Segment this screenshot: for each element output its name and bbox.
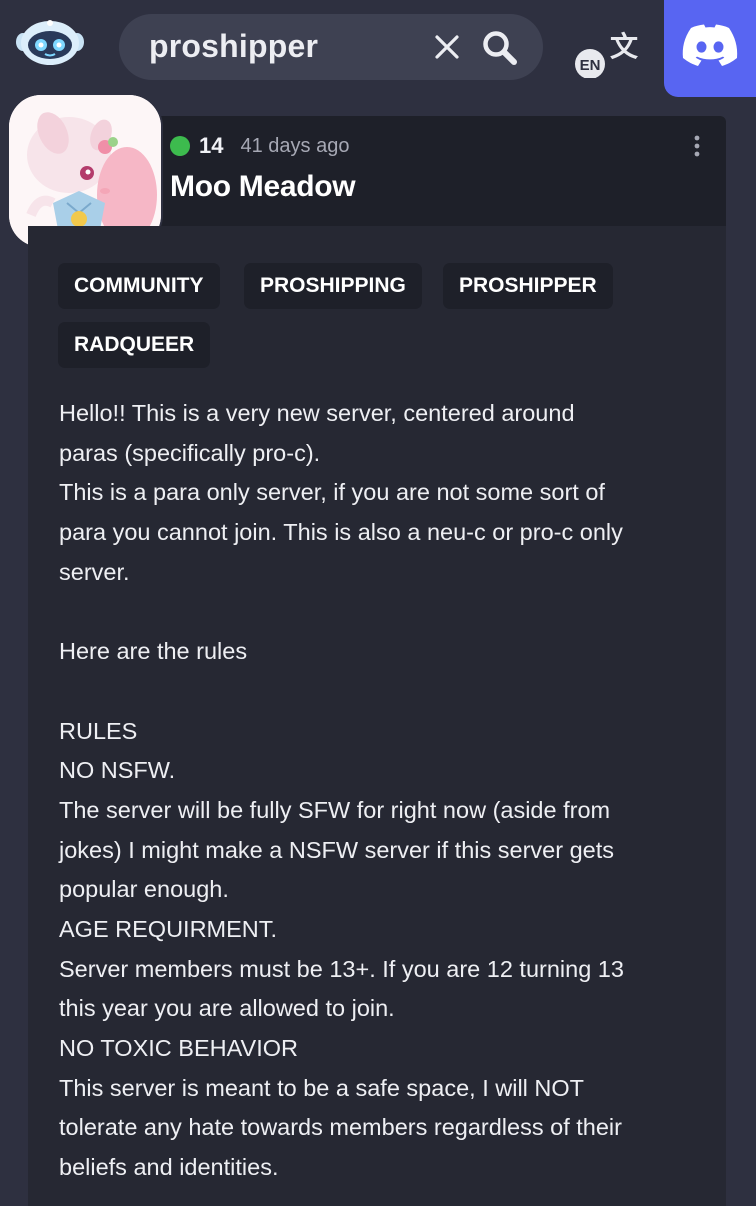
post-content: Hello!! This is a very new server, cente… <box>59 394 709 1188</box>
content-line: Server members must be 13+. If you are 1… <box>59 955 624 982</box>
content-line: this year you are allowed to join. <box>59 995 395 1022</box>
content-line: RULES <box>59 717 138 744</box>
content-line: para you cannot join. This is also a neu… <box>59 519 623 546</box>
content-line: This is a para only server, if you are n… <box>59 479 605 506</box>
robot-logo-icon[interactable] <box>10 18 90 68</box>
tag-radqueer[interactable]: RADQUEER <box>58 322 211 368</box>
translate-badge: EN <box>580 57 601 74</box>
content-line <box>59 592 709 632</box>
content-line: AGE REQUIRMENT. <box>59 915 278 942</box>
content-line <box>59 672 709 712</box>
tag-proshipping[interactable]: PROSHIPPING <box>244 263 422 309</box>
post-title[interactable]: Moo Meadow <box>170 170 356 204</box>
content-line: beliefs and identities. <box>59 1154 279 1181</box>
tag-proshipper[interactable]: PROSHIPPER <box>443 263 613 309</box>
discord-button[interactable] <box>664 0 756 97</box>
search-icon[interactable] <box>481 29 519 67</box>
post-timestamp: 41 days ago <box>240 134 350 157</box>
search-bar[interactable]: proshipper <box>119 14 543 80</box>
top-bar: proshipper 文 EN <box>0 0 756 97</box>
content-line: server. <box>59 558 130 585</box>
tag-community[interactable]: COMMUNITY <box>58 263 220 309</box>
content-line: popular enough. <box>59 876 229 903</box>
more-options-icon[interactable] <box>690 134 704 158</box>
content-line: NO TOXIC BEHAVIOR <box>59 1035 298 1061</box>
content-line: Here are the rules <box>59 638 248 665</box>
discord-icon <box>682 24 738 66</box>
content-line: The server will be fully SFW for right n… <box>59 796 611 823</box>
translate-icon[interactable]: 文 EN <box>572 24 640 79</box>
content-line: This server is meant to be a safe space,… <box>59 1074 585 1101</box>
content-line: tolerate any hate towards members regard… <box>59 1114 622 1141</box>
search-input[interactable]: proshipper <box>149 28 318 65</box>
close-icon[interactable] <box>433 33 461 61</box>
content-line: Hello!! This is a very new server, cente… <box>59 400 575 426</box>
post-meta: 14 41 days ago <box>170 131 349 161</box>
svg-text:文: 文 <box>610 30 638 62</box>
content-line: NO NSFW. <box>59 757 176 784</box>
avatar[interactable] <box>9 95 161 247</box>
online-status-icon <box>170 136 190 156</box>
content-line: jokes) I might make a NSFW server if thi… <box>59 836 615 863</box>
user-level: 14 <box>199 133 224 158</box>
content-line: paras (specifically pro-c). <box>59 439 321 466</box>
